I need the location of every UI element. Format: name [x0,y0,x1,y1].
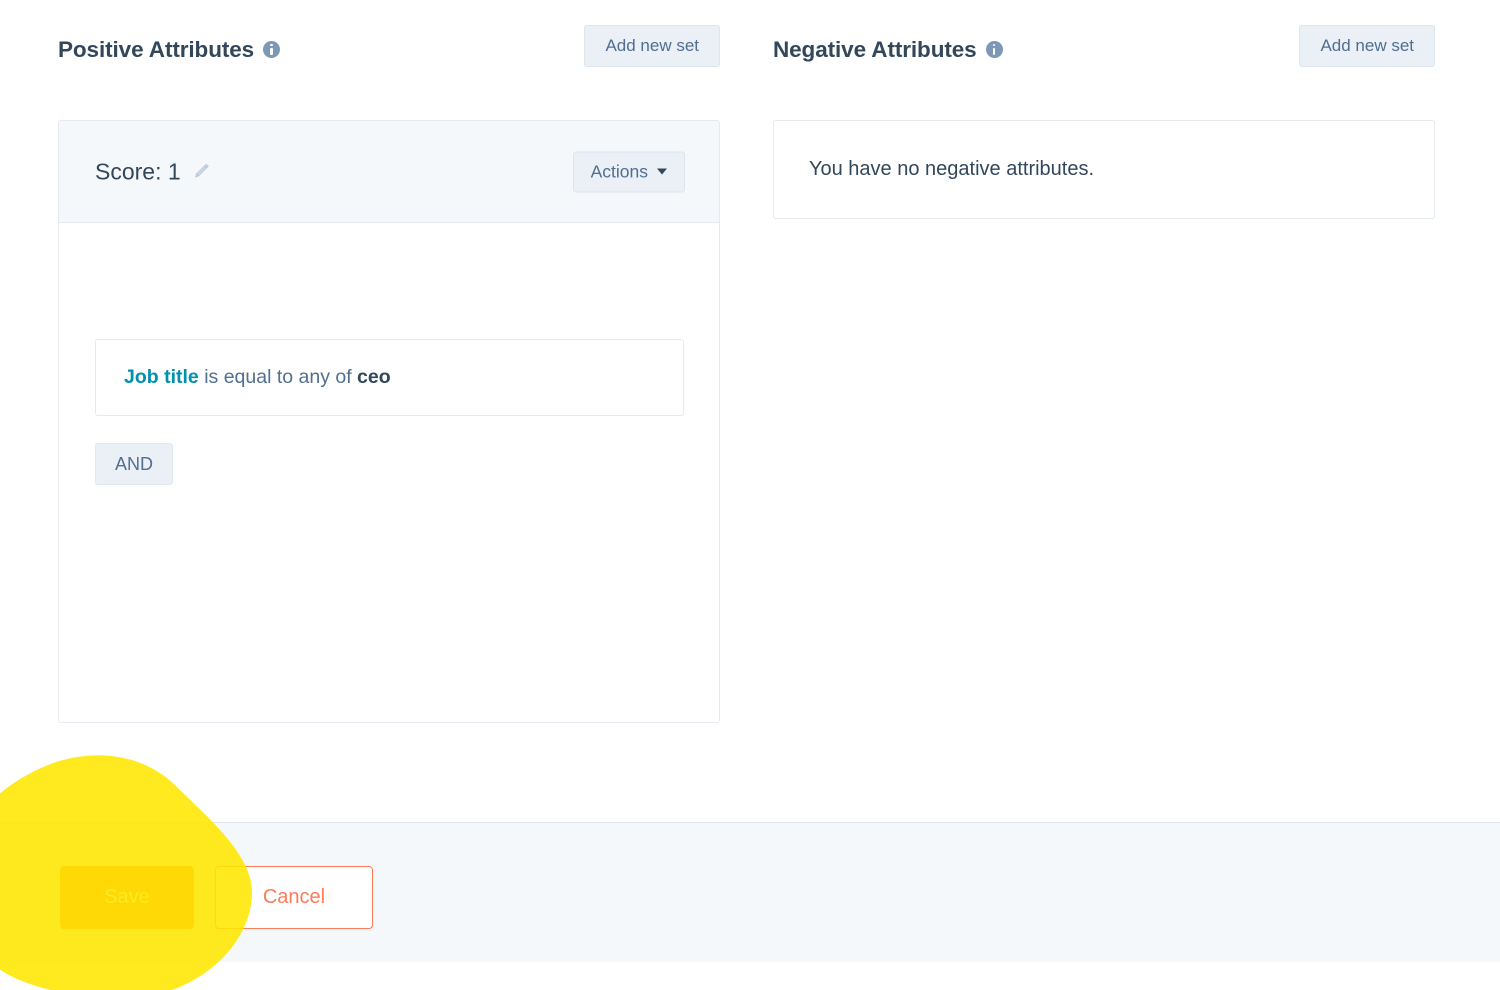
negative-empty-card: You have no negative attributes. [773,120,1435,219]
pencil-icon[interactable] [191,162,211,182]
filter-operator: is equal to any of [204,366,352,388]
and-button[interactable]: AND [95,443,174,485]
negative-empty-message: You have no negative attributes. [809,158,1095,180]
positive-attributes-panel: Positive Attributes Add new set [58,0,720,92]
negative-panel-header: Negative Attributes Add new set [773,0,1435,92]
negative-attributes-panel: Negative Attributes Add new set [773,0,1435,92]
filter-condition-row[interactable]: Job title is equal to any of ceo [95,339,684,416]
positive-panel-title: Positive Attributes [58,37,281,63]
add-new-set-label: Add new set [605,36,699,55]
score-set-card: Score: 1 Actions Job title is equal to a… [58,120,720,723]
score-label: Score: 1 [95,158,211,185]
score-set-card-body: Job title is equal to any of ceo AND [59,223,719,723]
positive-panel-title-text: Positive Attributes [58,37,255,62]
attributes-workspace: Positive Attributes Add new set Score: 1 [0,0,1500,822]
add-new-set-button-negative[interactable]: Add new set [1299,25,1435,67]
actions-dropdown-button[interactable]: Actions [572,151,685,192]
filter-property: Job title [124,366,199,388]
add-new-set-label: Add new set [1320,36,1414,55]
filter-value: ceo [357,366,391,388]
positive-panel-header: Positive Attributes Add new set [58,0,720,92]
save-button[interactable]: Save [60,866,194,929]
cancel-button[interactable]: Cancel [215,866,373,929]
score-set-card-header: Score: 1 Actions [59,121,719,223]
score-label-text: Score: 1 [95,158,181,184]
actions-label: Actions [590,161,648,181]
info-icon[interactable] [263,41,281,59]
info-icon[interactable] [985,41,1003,59]
negative-panel-title: Negative Attributes [773,37,1003,63]
and-label: AND [115,453,154,474]
add-new-set-button-positive[interactable]: Add new set [584,25,720,67]
negative-panel-title-text: Negative Attributes [773,37,977,62]
chevron-down-icon [657,168,667,175]
filter-condition-text: Job title is equal to any of ceo [96,366,391,389]
